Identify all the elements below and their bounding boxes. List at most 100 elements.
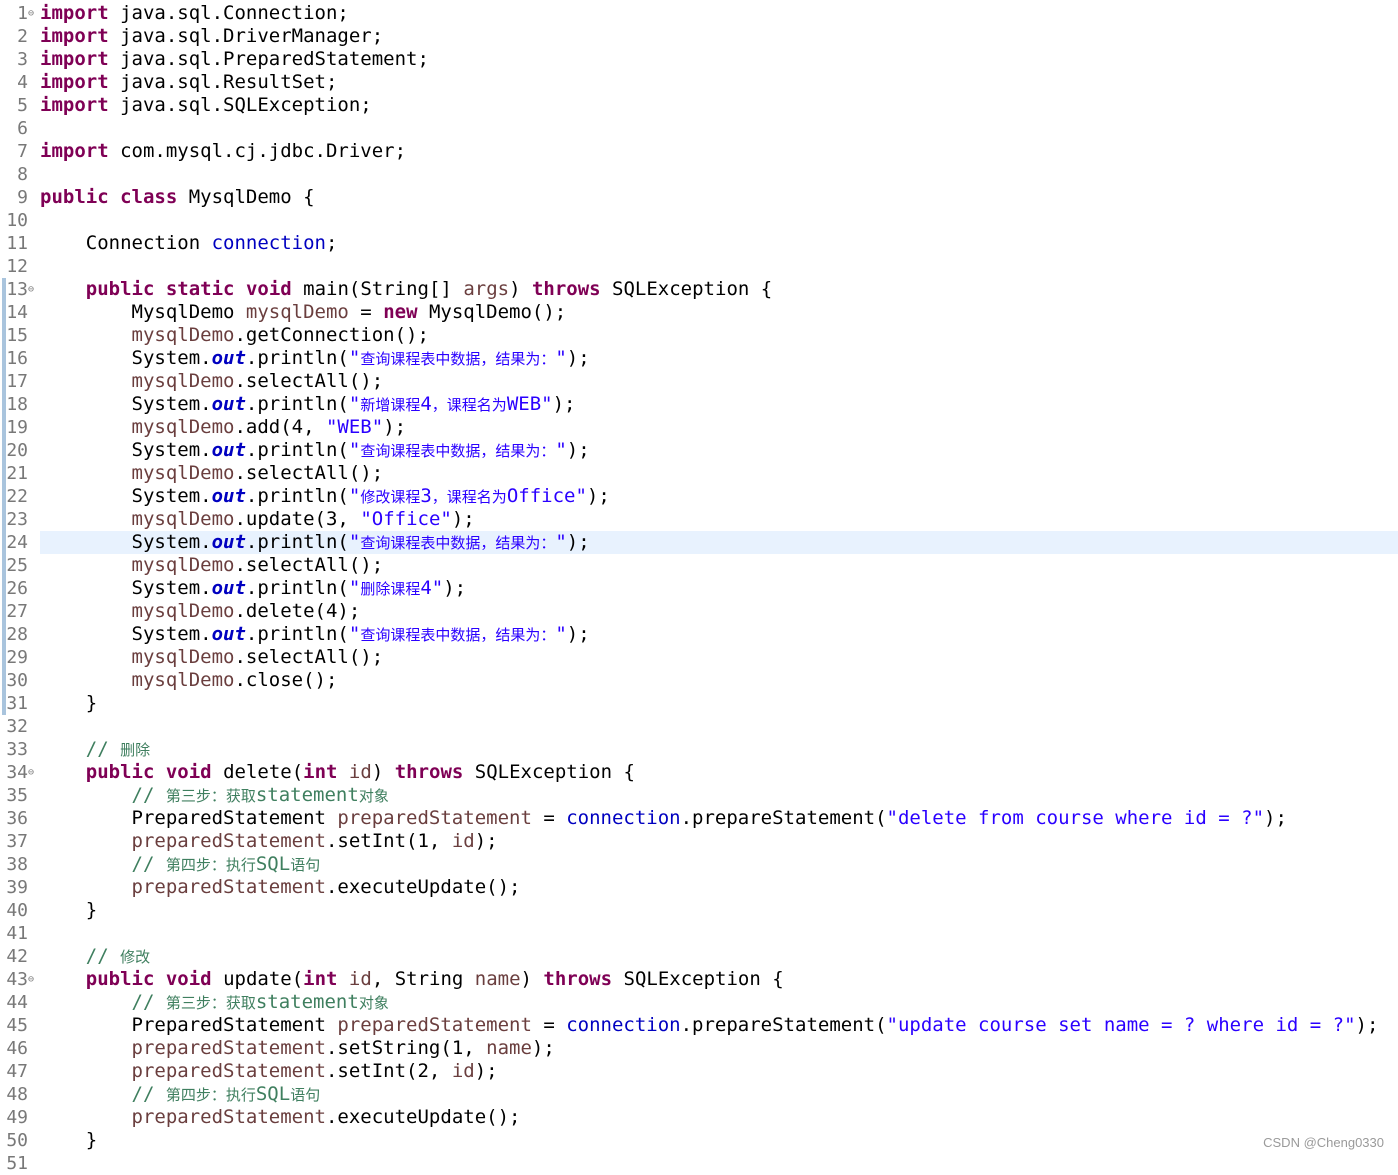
code-line[interactable]: 19 mysqlDemo.add(4, "WEB");: [0, 416, 1398, 439]
code-text[interactable]: System.out.println("查询课程表中数据，结果为：");: [40, 439, 1398, 462]
code-line[interactable]: 2 import java.sql.DriverManager;: [0, 25, 1398, 48]
code-text[interactable]: import com.mysql.cj.jdbc.Driver;: [40, 140, 1398, 163]
code-text[interactable]: public class MysqlDemo {: [40, 186, 1398, 209]
code-text[interactable]: public static void main(String[] args) t…: [40, 278, 1398, 301]
code-line[interactable]: 5 import java.sql.SQLException;: [0, 94, 1398, 117]
code-text[interactable]: // 修改: [40, 945, 1398, 968]
code-text[interactable]: mysqlDemo.selectAll();: [40, 370, 1398, 393]
code-line[interactable]: 48 // 第四步：执行SQL语句: [0, 1083, 1398, 1106]
fold-collapse-icon[interactable]: ⊖: [28, 278, 38, 301]
code-line[interactable]: 30 mysqlDemo.close();: [0, 669, 1398, 692]
code-line[interactable]: 26 System.out.println("删除课程4");: [0, 577, 1398, 600]
fold-collapse-icon[interactable]: ⊖: [28, 2, 38, 25]
code-text[interactable]: System.out.println("查询课程表中数据，结果为：");: [40, 623, 1398, 646]
code-text[interactable]: mysqlDemo.selectAll();: [40, 646, 1398, 669]
code-line[interactable]: 28 System.out.println("查询课程表中数据，结果为：");: [0, 623, 1398, 646]
code-line[interactable]: 39 preparedStatement.executeUpdate();: [0, 876, 1398, 899]
code-line[interactable]: 51: [0, 1152, 1398, 1175]
code-text[interactable]: mysqlDemo.selectAll();: [40, 554, 1398, 577]
code-text[interactable]: [40, 1152, 1398, 1175]
code-text[interactable]: System.out.println("查询课程表中数据，结果为：");: [40, 531, 1398, 554]
code-text[interactable]: // 第三步：获取statement对象: [40, 784, 1398, 807]
code-line[interactable]: 44 // 第三步：获取statement对象: [0, 991, 1398, 1014]
code-text[interactable]: PreparedStatement preparedStatement = co…: [40, 807, 1398, 830]
code-line[interactable]: 27 mysqlDemo.delete(4);: [0, 600, 1398, 623]
code-line[interactable]: 36 PreparedStatement preparedStatement =…: [0, 807, 1398, 830]
code-text[interactable]: public void update(int id, String name) …: [40, 968, 1398, 991]
code-line[interactable]: 22 System.out.println("修改课程3，课程名为Office"…: [0, 485, 1398, 508]
code-line[interactable]: 45 PreparedStatement preparedStatement =…: [0, 1014, 1398, 1037]
code-text[interactable]: PreparedStatement preparedStatement = co…: [40, 1014, 1398, 1037]
fold-collapse-icon[interactable]: ⊖: [28, 968, 38, 991]
code-line[interactable]: 37 preparedStatement.setInt(1, id);: [0, 830, 1398, 853]
code-line[interactable]: 38 // 第四步：执行SQL语句: [0, 853, 1398, 876]
code-text[interactable]: // 第三步：获取statement对象: [40, 991, 1398, 1014]
code-line[interactable]: 14 MysqlDemo mysqlDemo = new MysqlDemo()…: [0, 301, 1398, 324]
code-line[interactable]: 35 // 第三步：获取statement对象: [0, 784, 1398, 807]
code-line[interactable]: 1 ⊖ import java.sql.Connection;: [0, 2, 1398, 25]
code-editor[interactable]: 1 ⊖ import java.sql.Connection; 2 import jav…: [0, 2, 1398, 1174]
code-line[interactable]: 33 // 删除: [0, 738, 1398, 761]
code-text[interactable]: preparedStatement.setString(1, name);: [40, 1037, 1398, 1060]
code-text[interactable]: // 第四步：执行SQL语句: [40, 1083, 1398, 1106]
code-line[interactable]: 18 System.out.println("新增课程4，课程名为WEB");: [0, 393, 1398, 416]
code-text[interactable]: mysqlDemo.delete(4);: [40, 600, 1398, 623]
code-text[interactable]: [40, 117, 1398, 140]
code-text[interactable]: System.out.println("新增课程4，课程名为WEB");: [40, 393, 1398, 416]
code-text[interactable]: import java.sql.DriverManager;: [40, 25, 1398, 48]
code-text[interactable]: preparedStatement.executeUpdate();: [40, 1106, 1398, 1129]
code-text[interactable]: import java.sql.Connection;: [40, 2, 1398, 25]
code-text[interactable]: preparedStatement.setInt(1, id);: [40, 830, 1398, 853]
code-line[interactable]: 50 }: [0, 1129, 1398, 1152]
code-line[interactable]: 29 mysqlDemo.selectAll();: [0, 646, 1398, 669]
code-text[interactable]: mysqlDemo.add(4, "WEB");: [40, 416, 1398, 439]
code-text[interactable]: [40, 209, 1398, 232]
code-text[interactable]: }: [40, 899, 1398, 922]
code-line[interactable]: 49 preparedStatement.executeUpdate();: [0, 1106, 1398, 1129]
code-line[interactable]: 15 mysqlDemo.getConnection();: [0, 324, 1398, 347]
code-line[interactable]: 10: [0, 209, 1398, 232]
code-line[interactable]: 20 System.out.println("查询课程表中数据，结果为：");: [0, 439, 1398, 462]
code-text[interactable]: mysqlDemo.close();: [40, 669, 1398, 692]
code-line[interactable]: 23 mysqlDemo.update(3, "Office");: [0, 508, 1398, 531]
code-line[interactable]: 9 public class MysqlDemo {: [0, 186, 1398, 209]
code-text[interactable]: }: [40, 692, 1398, 715]
code-text[interactable]: mysqlDemo.update(3, "Office");: [40, 508, 1398, 531]
code-line[interactable]: 4 import java.sql.ResultSet;: [0, 71, 1398, 94]
code-text[interactable]: // 第四步：执行SQL语句: [40, 853, 1398, 876]
code-line[interactable]: 47 preparedStatement.setInt(2, id);: [0, 1060, 1398, 1083]
code-text[interactable]: import java.sql.ResultSet;: [40, 71, 1398, 94]
code-line[interactable]: 8: [0, 163, 1398, 186]
code-text[interactable]: System.out.println("删除课程4");: [40, 577, 1398, 600]
code-text[interactable]: [40, 922, 1398, 945]
code-text[interactable]: System.out.println("修改课程3，课程名为Office");: [40, 485, 1398, 508]
code-line[interactable]: 7 import com.mysql.cj.jdbc.Driver;: [0, 140, 1398, 163]
code-line[interactable]: 25 mysqlDemo.selectAll();: [0, 554, 1398, 577]
code-line[interactable]: 11 Connection connection;: [0, 232, 1398, 255]
code-text[interactable]: [40, 715, 1398, 738]
code-text[interactable]: MysqlDemo mysqlDemo = new MysqlDemo();: [40, 301, 1398, 324]
code-text[interactable]: import java.sql.SQLException;: [40, 94, 1398, 117]
code-line[interactable]: 32: [0, 715, 1398, 738]
code-text[interactable]: import java.sql.PreparedStatement;: [40, 48, 1398, 71]
code-text[interactable]: }: [40, 1129, 1398, 1152]
code-line[interactable]: 21 mysqlDemo.selectAll();: [0, 462, 1398, 485]
code-line[interactable]: 3 import java.sql.PreparedStatement;: [0, 48, 1398, 71]
code-text[interactable]: preparedStatement.setInt(2, id);: [40, 1060, 1398, 1083]
code-text[interactable]: Connection connection;: [40, 232, 1398, 255]
code-line[interactable]: 12: [0, 255, 1398, 278]
code-line[interactable]: 31 }: [0, 692, 1398, 715]
code-text[interactable]: mysqlDemo.selectAll();: [40, 462, 1398, 485]
code-text[interactable]: System.out.println("查询课程表中数据，结果为：");: [40, 347, 1398, 370]
code-text[interactable]: [40, 163, 1398, 186]
code-text[interactable]: preparedStatement.executeUpdate();: [40, 876, 1398, 899]
code-text[interactable]: // 删除: [40, 738, 1398, 761]
code-line[interactable]: 6: [0, 117, 1398, 140]
code-line[interactable]: 43 ⊖ public void update(int id, String na…: [0, 968, 1398, 991]
code-line[interactable]: 17 mysqlDemo.selectAll();: [0, 370, 1398, 393]
code-line[interactable]: 41: [0, 922, 1398, 945]
code-line[interactable]: 40 }: [0, 899, 1398, 922]
code-line[interactable]: 13 ⊖ public static void main(String[] arg…: [0, 278, 1398, 301]
code-line[interactable]: 46 preparedStatement.setString(1, name);: [0, 1037, 1398, 1060]
fold-collapse-icon[interactable]: ⊖: [28, 761, 38, 784]
